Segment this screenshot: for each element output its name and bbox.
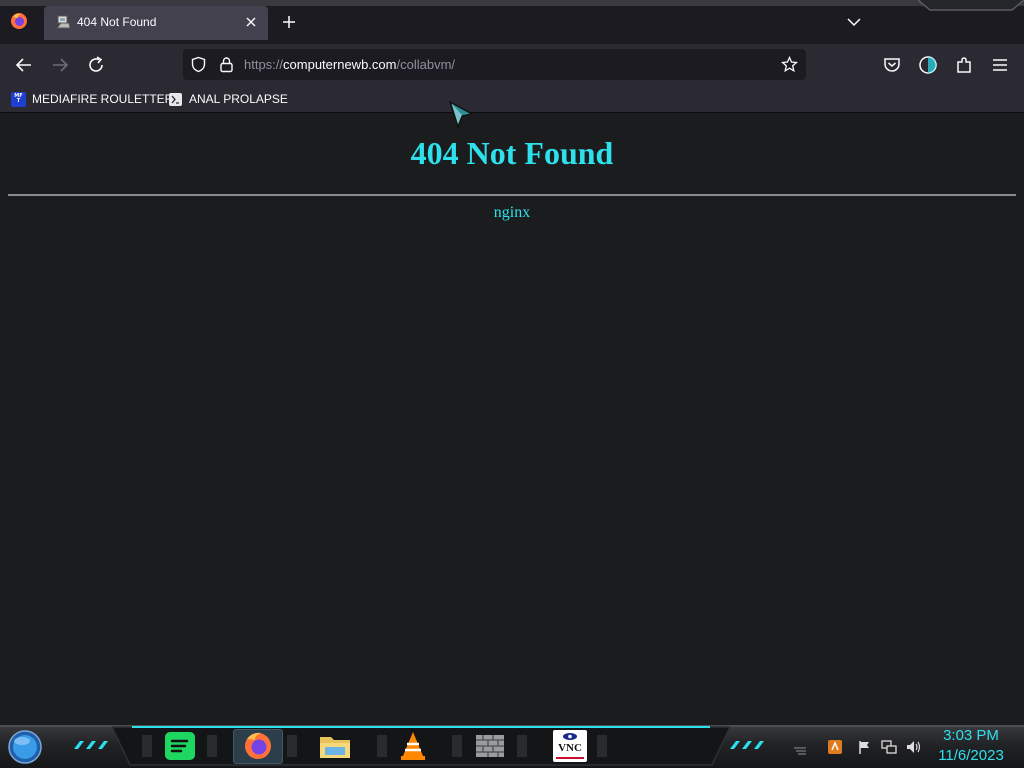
mediafire-icon: MFT (11, 91, 26, 107)
bookmark-label: ANAL PROLAPSE (189, 92, 288, 106)
window-frame-decoration (918, 0, 1024, 11)
eye-icon (563, 733, 577, 740)
tray-app-icon[interactable] (827, 739, 843, 755)
vnc-label: VNC (558, 742, 582, 754)
bookmark-mediafire-rouletter[interactable]: MFT MEDIAFIRE ROULETTER (11, 90, 173, 108)
page-icon (169, 92, 182, 106)
navigation-toolbar: https://computernewb.com/collabvm/ (0, 44, 1024, 86)
mouse-cursor-icon (448, 100, 474, 130)
bookmark-label: MEDIAFIRE ROULETTER (32, 92, 174, 106)
extensions-puzzle-icon[interactable] (954, 55, 974, 75)
bookmark-anal-prolapse[interactable]: ANAL PROLAPSE (168, 90, 288, 108)
tab-active[interactable]: 404 Not Found (44, 6, 268, 40)
volume-icon[interactable] (905, 739, 921, 755)
pocket-icon[interactable] (882, 55, 902, 75)
forward-arrow-icon[interactable] (50, 55, 70, 75)
url-text[interactable]: https://computernewb.com/collabvm/ (244, 57, 455, 72)
spotify-icon[interactable] (163, 730, 197, 762)
mediafire-icon-text: MFT (14, 93, 23, 104)
tab-favicon-icon (56, 15, 71, 29)
taskbar: VNC (0, 725, 1024, 768)
firefox-menu-icon[interactable] (10, 12, 28, 30)
url-scheme: https:// (244, 57, 284, 72)
address-bar[interactable]: https://computernewb.com/collabvm/ (183, 49, 806, 80)
firefox-icon[interactable] (241, 730, 275, 762)
file-explorer-icon[interactable] (318, 730, 352, 762)
vnc-icon[interactable]: VNC (553, 730, 587, 762)
vlc-icon[interactable] (396, 730, 430, 762)
back-arrow-icon[interactable] (14, 55, 34, 75)
page-content: 404 Not Found nginx (0, 113, 1024, 725)
tab-strip: 404 Not Found (0, 0, 1024, 44)
reload-icon[interactable] (86, 55, 106, 75)
show-hidden-icons-icon[interactable] (792, 739, 808, 755)
new-tab-icon[interactable] (281, 14, 297, 30)
bookmarks-toolbar: MFT MEDIAFIRE ROULETTER ANAL PROLAPSE (0, 86, 1024, 113)
account-sync-icon[interactable] (918, 55, 938, 75)
action-center-flag-icon[interactable] (857, 739, 873, 755)
bookmark-star-icon[interactable] (781, 56, 798, 73)
hamburger-menu-icon[interactable] (990, 55, 1010, 75)
server-signature: nginx (493, 204, 531, 221)
taskbar-chevrons-right (730, 741, 764, 749)
close-tab-icon[interactable] (244, 15, 258, 29)
divider (8, 194, 1016, 196)
url-host: computernewb.com (283, 57, 397, 72)
url-path: /collabvm/ (396, 57, 456, 72)
clock-time[interactable]: 3:03 PM (930, 727, 1012, 744)
start-orb-icon[interactable] (7, 730, 43, 764)
vnc-underline (556, 757, 584, 759)
firewall-icon[interactable] (473, 730, 507, 762)
clock-date[interactable]: 11/6/2023 (930, 747, 1012, 764)
lock-icon[interactable] (218, 56, 235, 73)
network-icon[interactable] (881, 739, 897, 755)
chevron-down-icon[interactable] (846, 15, 862, 29)
tab-title: 404 Not Found (77, 15, 157, 29)
page-title: 404 Not Found (410, 135, 614, 171)
taskbar-chevrons-left (74, 741, 108, 749)
shield-icon[interactable] (190, 56, 207, 73)
